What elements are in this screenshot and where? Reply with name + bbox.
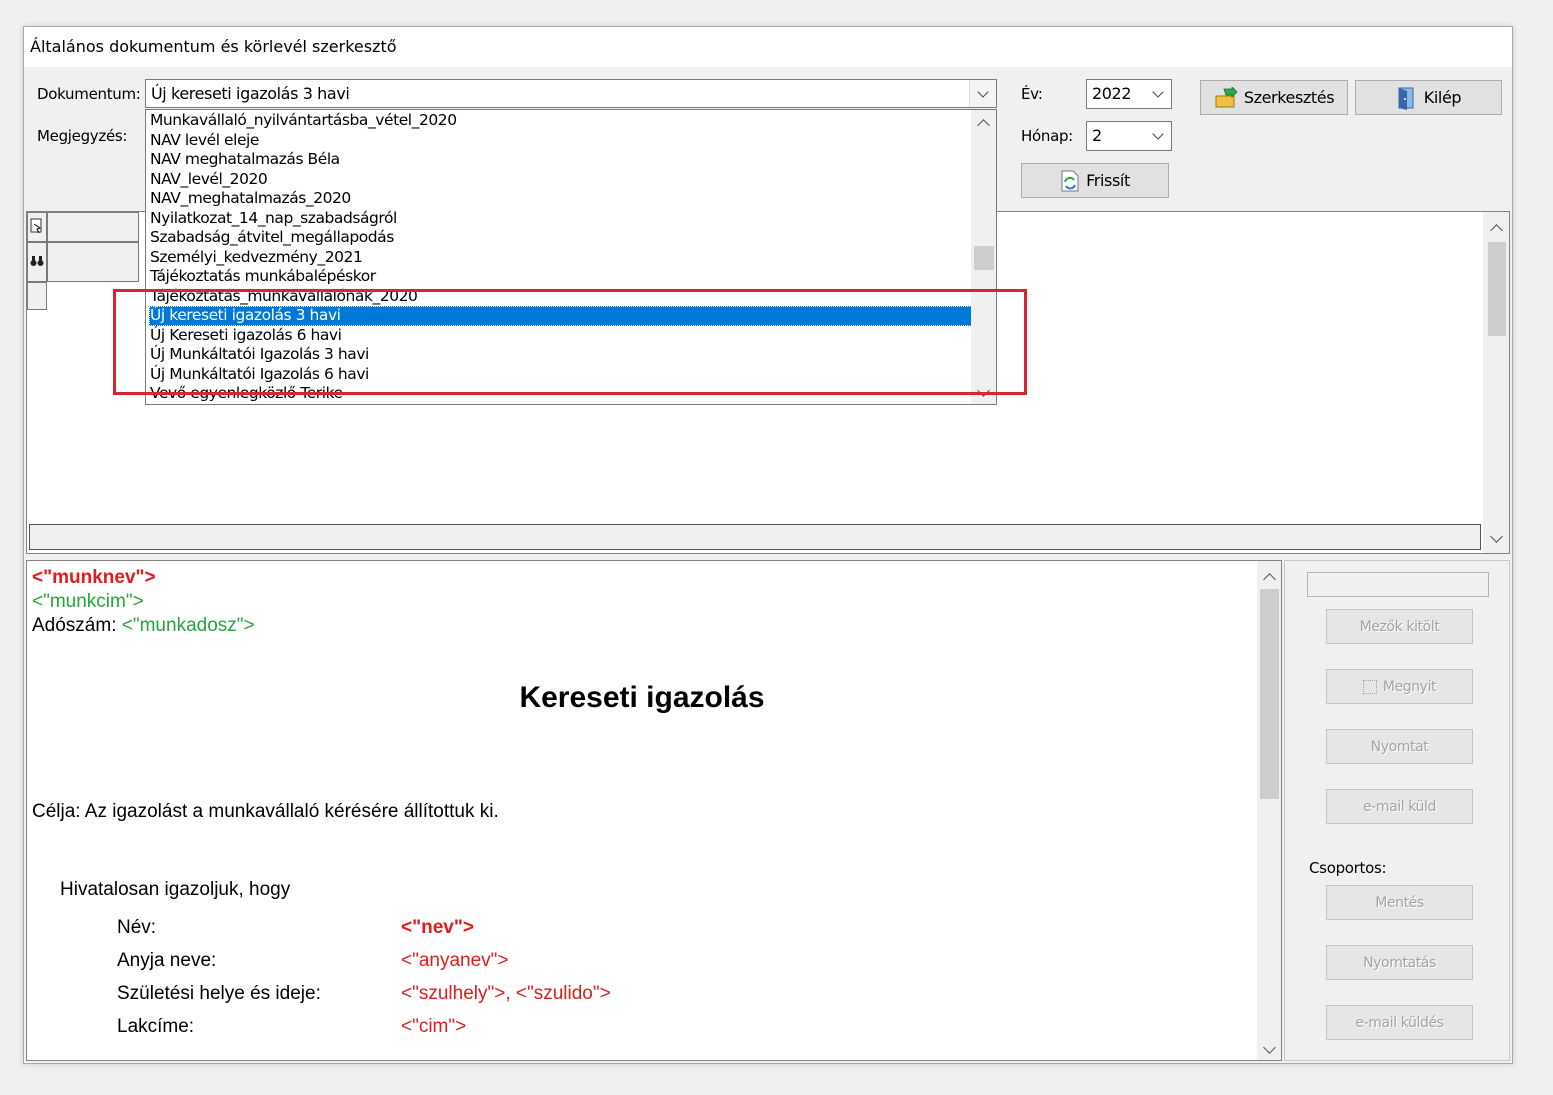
group-label: Csoportos:	[1309, 859, 1387, 877]
preview-scroll-thumb[interactable]	[1260, 589, 1279, 799]
print-button[interactable]: Nyomtat	[1326, 729, 1473, 764]
dropdown-item[interactable]: NAV_meghatalmazás_2020	[149, 189, 972, 209]
dropdown-item[interactable]: Nyilatkozat_14_nap_szabadságról	[149, 209, 972, 229]
document-combo[interactable]: Új kereseti igazolás 3 havi	[145, 79, 997, 108]
preview-vertical-scrollbar[interactable]	[1257, 561, 1281, 1060]
grid-row-header[interactable]	[27, 242, 47, 282]
field-label: Lakcíme:	[117, 1016, 195, 1037]
chevron-down-icon	[1152, 128, 1164, 140]
grid-row-header[interactable]	[27, 282, 47, 310]
edit-button[interactable]: Szerkesztés	[1200, 80, 1348, 115]
dropdown-item[interactable]: Tájékoztatás munkábalépéskor	[149, 267, 972, 287]
email-send-button[interactable]: e-mail küld	[1326, 789, 1473, 824]
scroll-down-icon[interactable]	[1490, 530, 1503, 543]
field-value: <"cim">	[401, 1016, 467, 1037]
side-panel: Mezők kitölt Megnyit Nyomtat e-mail küld…	[1284, 560, 1510, 1061]
purpose-text: Célja: Az igazolást a munkavállaló kérés…	[32, 801, 499, 822]
fill-fields-button[interactable]: Mezők kitölt	[1326, 609, 1473, 644]
door-exit-icon	[1398, 87, 1414, 110]
field-value: <"szulhely">, <"szulido">	[401, 983, 611, 1004]
tax-number-line: Adószám: <"munkadosz">	[32, 615, 255, 637]
grid-cell[interactable]	[47, 242, 139, 282]
record-icon	[30, 218, 42, 234]
chevron-down-icon	[1152, 86, 1164, 98]
dropdown-item[interactable]: Új Kereseti igazolás 6 havi	[149, 326, 972, 346]
dropdown-item[interactable]: Személyi_kedvezmény_2021	[149, 248, 972, 268]
scroll-down-icon[interactable]	[1263, 1041, 1276, 1054]
edit-button-label: Szerkesztés	[1243, 88, 1335, 107]
window-title: Általános dokumentum és körlevél szerkes…	[30, 37, 397, 56]
dropdown-item[interactable]: NAV levél eleje	[149, 131, 972, 151]
open-button-label: Megnyit	[1382, 678, 1437, 695]
refresh-button[interactable]: Frissít	[1021, 163, 1169, 198]
grid-cell[interactable]	[47, 282, 139, 310]
dropdown-item[interactable]: Új kereseti igazolás 3 havi	[149, 306, 972, 326]
scroll-up-icon[interactable]	[1263, 573, 1276, 586]
scroll-up-icon[interactable]	[1490, 224, 1503, 237]
year-combo[interactable]: 2022	[1086, 79, 1172, 109]
field-label: Név:	[117, 917, 157, 938]
intro-text: Hivatalosan igazoljuk, hogy	[60, 879, 291, 900]
dropdown-scroll-thumb[interactable]	[974, 246, 994, 270]
document-heading: Kereseti igazolás	[519, 681, 765, 714]
document-label: Dokumentum:	[37, 85, 141, 103]
main-window: Általános dokumentum és körlevél szerkes…	[23, 26, 1513, 1064]
grid-row-header[interactable]	[27, 212, 47, 242]
document-dropdown-list[interactable]: Munkavállaló_nyilvántartásba_vétel_2020 N…	[145, 109, 997, 405]
scroll-down-icon[interactable]	[977, 384, 990, 397]
refresh-icon	[1061, 170, 1079, 191]
group-email-button[interactable]: e-mail küldés	[1326, 1005, 1473, 1040]
dropdown-item[interactable]: NAV meghatalmazás Béla	[149, 150, 972, 170]
document-combo-value: Új kereseti igazolás 3 havi	[151, 84, 350, 103]
dropdown-item[interactable]: Munkavállaló_nyilvántartásba_vétel_2020	[149, 111, 972, 131]
field-value: <"nev">	[401, 917, 474, 938]
exit-button[interactable]: Kilép	[1355, 80, 1502, 115]
month-combo-arrow[interactable]	[1145, 122, 1171, 150]
dropdown-item[interactable]: Vevő egyenlegközlő Terike	[149, 384, 972, 404]
field-label: Anyja neve:	[117, 950, 217, 971]
month-combo-value: 2	[1092, 126, 1102, 145]
month-combo[interactable]: 2	[1086, 121, 1172, 151]
open-button[interactable]: Megnyit	[1326, 669, 1473, 704]
tax-number-field: <"munkadosz">	[121, 615, 255, 636]
field-value: <"anyanev">	[401, 950, 509, 971]
year-label: Év:	[1021, 85, 1043, 103]
document-combo-arrow[interactable]	[969, 80, 996, 107]
side-status-field	[1307, 572, 1489, 597]
note-label: Megjegyzés:	[37, 127, 128, 145]
employer-address-field: <"munkcim">	[32, 591, 144, 612]
binoculars-icon	[30, 256, 44, 266]
year-combo-arrow[interactable]	[1145, 80, 1171, 108]
employer-name-field: <"munknev">	[32, 567, 156, 588]
document-preview[interactable]: <"munknev"> <"munkcim"> Adószám: <"munka…	[26, 560, 1282, 1061]
edit-document-icon	[1215, 86, 1238, 107]
dropdown-item[interactable]: Szabadság_átvitel_megállapodás	[149, 228, 972, 248]
title-bar: Általános dokumentum és körlevél szerkes…	[24, 27, 1512, 67]
scroll-up-icon[interactable]	[977, 119, 990, 132]
dropdown-item[interactable]: Tájékoztatás_munkavállalónak_2020	[149, 287, 972, 307]
dropdown-item[interactable]: Új Munkáltatói Igazolás 3 havi	[149, 345, 972, 365]
group-print-button[interactable]: Nyomtatás	[1326, 945, 1473, 980]
dropdown-item[interactable]: Új Munkáltatói Igazolás 6 havi	[149, 365, 972, 385]
grid-cell[interactable]	[47, 212, 139, 242]
grid-horizontal-scrollbar[interactable]	[29, 524, 1481, 550]
open-file-icon	[1362, 679, 1377, 694]
dropdown-scrollbar[interactable]	[971, 110, 996, 404]
refresh-button-label: Frissít	[1086, 171, 1130, 190]
chevron-down-icon	[977, 85, 989, 98]
grid-vertical-scrollbar[interactable]	[1483, 212, 1509, 553]
group-save-button[interactable]: Mentés	[1326, 885, 1473, 920]
grid-scroll-thumb[interactable]	[1488, 242, 1506, 336]
tax-number-label: Adószám:	[32, 615, 117, 636]
field-label: Születési helye és ideje:	[117, 983, 321, 1004]
year-combo-value: 2022	[1092, 84, 1132, 103]
exit-button-label: Kilép	[1423, 88, 1462, 107]
month-label: Hónap:	[1021, 127, 1073, 145]
dropdown-item[interactable]: NAV_levél_2020	[149, 170, 972, 190]
